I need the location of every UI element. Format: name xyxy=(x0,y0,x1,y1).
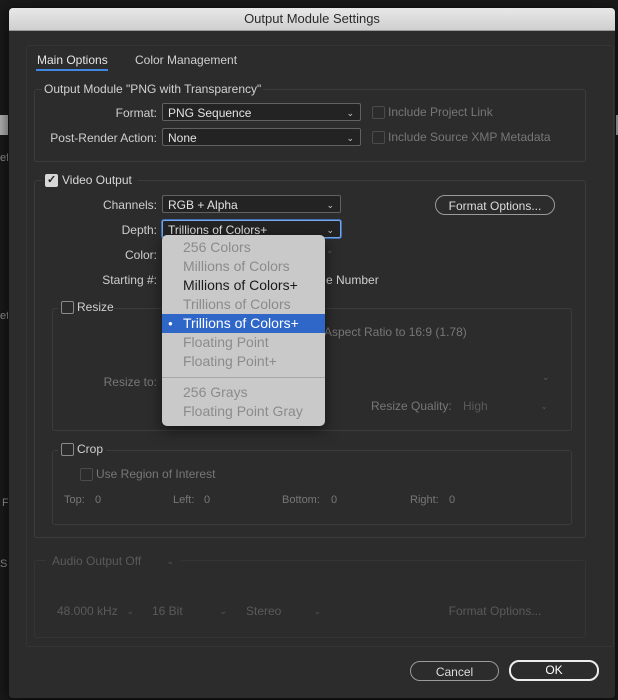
chevron-down-icon: ⌄ xyxy=(542,372,550,382)
depth-popup-menu: 256 Colors Millions of Colors Millions o… xyxy=(162,235,325,426)
format-dropdown[interactable]: PNG Sequence ⌄ xyxy=(162,103,361,121)
starting-number-label: Starting #: xyxy=(102,273,157,287)
crop-left-value: 0 xyxy=(204,494,211,506)
resize-quality-dropdown[interactable]: High ⌄ xyxy=(457,396,555,414)
crop-bottom-value: 0 xyxy=(331,494,338,506)
post-render-action-dropdown[interactable]: None ⌄ xyxy=(162,128,361,146)
menu-item-256-grays[interactable]: 256 Grays xyxy=(162,383,325,402)
post-render-action-value: None xyxy=(168,131,197,145)
menu-item-millions-of-colors[interactable]: Millions of Colors xyxy=(162,257,325,276)
lock-aspect-ratio-label: Aspect Ratio to 16:9 (1.78) xyxy=(324,325,467,339)
use-region-of-interest-checkbox[interactable] xyxy=(80,468,93,481)
menu-item-floating-point-plus[interactable]: Floating Point+ xyxy=(162,352,325,371)
chevron-down-icon: ⌄ xyxy=(126,606,134,616)
chevron-down-icon: ⌄ xyxy=(540,401,548,411)
chevron-down-icon: ⌄ xyxy=(313,606,321,616)
audio-sample-rate-value: 48.000 kHz xyxy=(57,604,118,618)
output-module-group-title: Output Module "PNG with Transparency" xyxy=(42,82,264,96)
color-label: Color: xyxy=(124,248,157,262)
crop-left-label: Left: xyxy=(173,494,195,506)
audio-bit-depth-dropdown[interactable]: 16 Bit ⌄ xyxy=(146,601,234,619)
ok-button[interactable]: OK xyxy=(509,660,599,681)
resize-quality-value: High xyxy=(463,399,488,413)
crop-label: Crop xyxy=(77,442,104,456)
video-output-label: Video Output xyxy=(62,173,132,187)
menu-item-256-colors[interactable]: 256 Colors xyxy=(162,238,325,257)
chevron-down-icon: ⌄ xyxy=(346,108,354,118)
output-module-group xyxy=(34,89,586,162)
video-output-checkbox[interactable] xyxy=(45,173,58,187)
chevron-down-icon: ⌄ xyxy=(326,225,334,235)
menu-item-trillions-of-colors[interactable]: Trillions of Colors xyxy=(162,295,325,314)
include-xmp-checkbox[interactable] xyxy=(372,131,385,144)
post-render-action-label: Post-Render Action: xyxy=(50,131,157,145)
crop-right-label: Right: xyxy=(410,494,439,506)
crop-right-value: 0 xyxy=(449,494,456,506)
include-project-link-label: Include Project Link xyxy=(388,105,493,119)
use-comp-frame-number-label: e Number xyxy=(326,273,379,287)
depth-label: Depth: xyxy=(121,223,157,237)
crop-bottom-label: Bottom: xyxy=(282,494,320,506)
crop-top-value: 0 xyxy=(95,494,102,506)
format-label: Format: xyxy=(115,106,157,120)
include-project-link-checkbox[interactable] xyxy=(372,106,385,119)
format-value: PNG Sequence xyxy=(168,106,252,120)
menu-separator xyxy=(162,377,325,378)
audio-output-group xyxy=(34,560,586,638)
resize-checkbox[interactable] xyxy=(61,301,74,314)
crop-checkbox[interactable] xyxy=(61,443,74,456)
chevron-down-icon: ⌄ xyxy=(326,245,334,255)
audio-bit-depth-value: 16 Bit xyxy=(152,604,183,618)
include-xmp-label: Include Source XMP Metadata xyxy=(388,130,551,144)
audio-channels-value: Stereo xyxy=(246,604,282,618)
crop-group xyxy=(52,450,572,525)
resize-label: Resize xyxy=(77,300,114,314)
audio-channels-dropdown[interactable]: Stereo ⌄ xyxy=(240,601,328,619)
chevron-down-icon: ⌄ xyxy=(326,200,334,210)
channels-dropdown[interactable]: RGB + Alpha ⌄ xyxy=(162,195,341,213)
resize-to-label: Resize to: xyxy=(103,375,157,389)
channels-value: RGB + Alpha xyxy=(168,198,238,212)
dialog-title: Output Module Settings xyxy=(9,8,615,31)
menu-item-floating-point[interactable]: Floating Point xyxy=(162,333,325,352)
output-module-settings-dialog: Output Module Settings Main Options Colo… xyxy=(8,7,616,699)
audio-output-dropdown[interactable]: Audio Output Off ⌄ xyxy=(46,551,181,569)
menu-item-floating-point-gray[interactable]: Floating Point Gray xyxy=(162,402,325,421)
use-region-of-interest-label: Use Region of Interest xyxy=(96,467,216,481)
background-text: S xyxy=(0,558,8,570)
video-format-options-button[interactable]: Format Options... xyxy=(435,195,555,215)
channels-label: Channels: xyxy=(102,198,157,212)
audio-format-options-button[interactable]: Format Options... xyxy=(435,600,555,620)
menu-item-millions-of-colors-plus[interactable]: Millions of Colors+ xyxy=(162,276,325,295)
chevron-down-icon: ⌄ xyxy=(346,133,354,143)
menu-item-trillions-of-colors-plus[interactable]: Trillions of Colors+ xyxy=(162,314,325,333)
chevron-down-icon: ⌄ xyxy=(166,556,174,566)
cancel-button[interactable]: Cancel xyxy=(410,661,499,681)
crop-top-label: Top: xyxy=(64,494,85,506)
audio-output-value: Audio Output Off xyxy=(52,554,142,568)
audio-sample-rate-dropdown[interactable]: 48.000 kHz ⌄ xyxy=(51,601,141,619)
chevron-down-icon: ⌄ xyxy=(219,606,227,616)
resize-quality-label: Resize Quality: xyxy=(371,399,452,413)
